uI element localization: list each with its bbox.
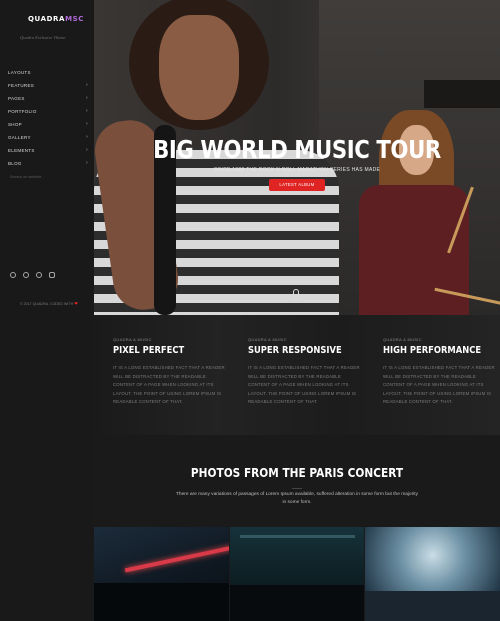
feature-title: HIGH PERFORMANCE (383, 345, 482, 356)
dribbble-icon[interactable] (23, 272, 29, 278)
chevron-right-icon: › (86, 134, 88, 140)
mouse-scroll-icon[interactable] (293, 289, 299, 300)
photos-title: PHOTOS FROM THE PARIS CONCERT (190, 466, 404, 480)
nav-item-label: ELEMENTS (8, 148, 35, 153)
twitter-icon[interactable] (10, 272, 16, 278)
nav-item-portfolio[interactable]: PORTFOLIO › (8, 105, 88, 118)
nav-item-label: PAGES (8, 96, 25, 101)
nav-item-label: GALLERY (8, 135, 31, 140)
copyright: © 2017 QUADRA. CODED WITH ❤ (20, 301, 78, 307)
feature-text: IT IS A LONG ESTABLISHED FACT THAT A REA… (248, 365, 360, 404)
copyright-text: © 2017 QUADRA. CODED WITH (20, 302, 74, 306)
nav-item-label: FEATURES (8, 83, 35, 88)
main-nav: LAYOUTS FEATURES › PAGES › PORTFOLIO › SHOP… (8, 66, 88, 170)
chevron-right-icon: › (86, 160, 88, 166)
feature-kicker: QUADRA & MUSIC (113, 337, 152, 342)
chevron-right-icon: › (86, 82, 88, 88)
chevron-right-icon: › (86, 95, 88, 101)
stage-truss (239, 535, 355, 538)
gallery-photo-2[interactable] (229, 527, 365, 621)
nav-item-features[interactable]: FEATURES › (8, 79, 88, 92)
crowd (94, 583, 229, 621)
feature-pixel-perfect: QUADRA & MUSIC PIXEL PERFECT IT IS A LON… (113, 337, 225, 407)
nav-item-blog[interactable]: BLOG › (8, 157, 88, 170)
heart-icon: ❤ (74, 301, 78, 306)
feature-title: SUPER RESPONSIVE (248, 345, 342, 356)
hero-subtitle: SINCE 1998 THE ROCK N ROLL MARATHON SERI… (213, 167, 381, 173)
feature-kicker: QUADRA & MUSIC (248, 337, 287, 342)
search-input[interactable]: Search on website... (10, 175, 44, 179)
chevron-right-icon: › (86, 108, 88, 114)
crowd (229, 585, 365, 621)
singer-face (159, 15, 239, 120)
nav-item-layouts[interactable]: LAYOUTS (8, 66, 88, 79)
logo-main: QUADRA (28, 15, 66, 23)
drummer-shirt (359, 185, 469, 315)
crowd (365, 591, 500, 621)
photos-description: There are many variations of passages of… (175, 492, 418, 505)
sidebar: QUADRAMSC Quadra Exclusive Theme LAYOUTS… (0, 0, 94, 621)
nav-item-label: BLOG (8, 161, 22, 166)
instagram-icon[interactable] (36, 272, 42, 278)
chevron-right-icon: › (86, 147, 88, 153)
nav-item-label: LAYOUTS (8, 70, 31, 75)
gallery-photo-3[interactable] (365, 527, 500, 621)
feature-high-performance: QUADRA & MUSIC HIGH PERFORMANCE IT IS A … (383, 337, 495, 407)
nav-item-elements[interactable]: ELEMENTS › (8, 144, 88, 157)
gallery-photo-1[interactable] (94, 527, 229, 621)
hero-window (424, 80, 500, 108)
nav-item-label: PORTFOLIO (8, 109, 37, 114)
features-section: QUADRA & MUSIC PIXEL PERFECT IT IS A LON… (94, 315, 500, 435)
feature-text: IT IS A LONG ESTABLISHED FACT THAT A REA… (383, 365, 495, 404)
feature-super-responsive: QUADRA & MUSIC SUPER RESPONSIVE IT IS A … (248, 337, 360, 407)
feature-title: PIXEL PERFECT (113, 345, 185, 356)
feature-kicker: QUADRA & MUSIC (383, 337, 422, 342)
logo-accent: MSC (65, 15, 85, 23)
nav-item-shop[interactable]: SHOP › (8, 118, 88, 131)
hero-title: BIG WORLD MUSIC TOUR (153, 135, 441, 164)
nav-item-gallery[interactable]: GALLERY › (8, 131, 88, 144)
nav-item-label: SHOP (8, 122, 22, 127)
logo[interactable]: QUADRAMSC (28, 15, 84, 23)
social-links (10, 270, 80, 280)
latest-album-button[interactable]: LATEST ALBUM (269, 179, 325, 191)
nav-item-pages[interactable]: PAGES › (8, 92, 88, 105)
photos-section: PHOTOS FROM THE PARIS CONCERT There are … (94, 435, 500, 527)
skype-icon[interactable] (49, 272, 55, 278)
stage-light (124, 545, 229, 573)
divider (292, 488, 302, 489)
feature-text: IT IS A LONG ESTABLISHED FACT THAT A REA… (113, 365, 225, 404)
photo-gallery (94, 527, 500, 621)
chevron-right-icon: › (86, 121, 88, 127)
tagline: Quadra Exclusive Theme (20, 35, 66, 40)
